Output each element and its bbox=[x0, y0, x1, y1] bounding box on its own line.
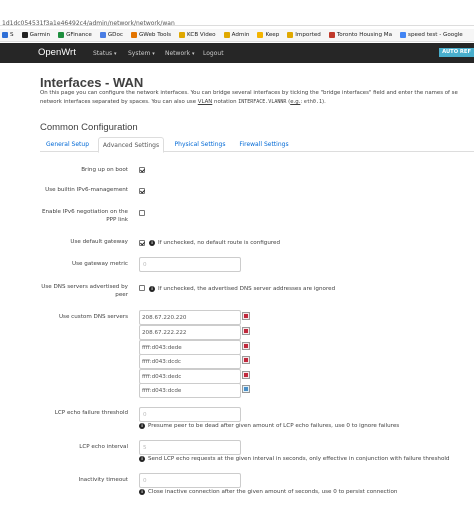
bookmark-toronto-housing[interactable]: Toronto Housing Ma bbox=[328, 32, 392, 38]
description-line-1: On this page you can configure the netwo… bbox=[40, 90, 458, 96]
autorefresh-badge[interactable]: AUTO REF bbox=[439, 48, 474, 57]
bookmark-garmin[interactable]: Garmin bbox=[21, 32, 50, 38]
description-line-2: network interfaces separated by spaces. … bbox=[40, 99, 326, 105]
bookmark-gweb-tools[interactable]: GWeb Tools bbox=[130, 32, 171, 38]
tab-general-setup[interactable]: General Setup bbox=[40, 137, 95, 152]
inactivity-timeout-label: Inactivity timeout bbox=[78, 477, 128, 483]
bring-up-checkbox[interactable] bbox=[139, 167, 145, 173]
bookmark-imported[interactable]: Imported bbox=[287, 32, 321, 38]
section-title: Common Configuration bbox=[40, 122, 138, 133]
config-tabs: General Setup Advanced Settings Physical… bbox=[40, 137, 474, 153]
peer-dns-help: i If unchecked, the advertised DNS server… bbox=[149, 286, 335, 292]
info-icon: i bbox=[149, 286, 155, 292]
vlan-abbr: VLAN bbox=[197, 99, 213, 105]
caret-down-icon: ▾ bbox=[191, 51, 195, 57]
bookmark-keep[interactable]: Keep bbox=[257, 32, 279, 38]
gateway-metric-input[interactable]: 0 bbox=[139, 257, 241, 272]
ipv6-management-label: Use builtin IPv6-management bbox=[45, 187, 128, 193]
openwrt-navbar: OpenWrt Status ▾ System ▾ Network ▾ Logo… bbox=[0, 43, 474, 63]
nav-system[interactable]: System ▾ bbox=[128, 50, 155, 57]
nav-network[interactable]: Network ▾ bbox=[165, 50, 195, 57]
folder-icon bbox=[287, 32, 294, 38]
info-icon: i bbox=[149, 240, 155, 246]
dns-server-input[interactable]: ffff:d043:dcdc bbox=[139, 354, 241, 369]
bookmark-icon bbox=[99, 32, 106, 38]
nav-logout[interactable]: Logout bbox=[203, 50, 224, 57]
info-icon: i bbox=[139, 489, 145, 495]
folder-icon bbox=[130, 32, 137, 38]
lcp-threshold-input[interactable]: 0 bbox=[139, 407, 241, 422]
default-gateway-checkbox[interactable] bbox=[139, 240, 145, 246]
inactivity-timeout-input[interactable]: 0 bbox=[139, 473, 241, 488]
dns-server-input[interactable]: ffff:d043:dede bbox=[139, 340, 241, 355]
bookmark-icon bbox=[2, 32, 8, 38]
folder-icon bbox=[223, 32, 230, 38]
info-icon: i bbox=[139, 423, 145, 429]
caret-down-icon: ▾ bbox=[114, 51, 117, 57]
nav-status[interactable]: Status ▾ bbox=[93, 50, 117, 57]
page-description: On this page you can configure the netwo… bbox=[40, 89, 474, 107]
lcp-interval-input[interactable]: 5 bbox=[139, 440, 241, 455]
bookmark-gdoc[interactable]: GDoc bbox=[99, 32, 123, 38]
remove-dns-icon[interactable] bbox=[242, 356, 250, 364]
ipv6-ppp-label: Enable IPv6 negotiation on the PPP link bbox=[41, 209, 128, 223]
dns-server-input[interactable]: 208.67.220.220 bbox=[139, 310, 241, 325]
brand-logo[interactable]: OpenWrt bbox=[38, 47, 76, 58]
bookmark-admin[interactable]: Admin bbox=[223, 32, 249, 38]
remove-dns-icon[interactable] bbox=[242, 371, 250, 379]
caret-down-icon: ▾ bbox=[152, 51, 155, 57]
tab-physical-settings[interactable]: Physical Settings bbox=[170, 137, 230, 152]
default-gateway-help: i If unchecked, no default route is confi… bbox=[149, 240, 280, 246]
dns-server-input[interactable]: ffff:d043:dedc bbox=[139, 369, 241, 384]
gateway-metric-label: Use gateway metric bbox=[72, 261, 128, 267]
ipv6-ppp-checkbox[interactable] bbox=[139, 210, 145, 216]
browser-url-bar[interactable]: 1d1dc054531f3a1e46492c4/admin/network/ne… bbox=[0, 0, 474, 27]
bookmark-gfinance[interactable]: GFinance bbox=[58, 32, 92, 38]
lcp-threshold-label: LCP echo failure threshold bbox=[54, 410, 128, 416]
bookmark-s[interactable]: S bbox=[2, 32, 14, 38]
lcp-interval-label: LCP echo interval bbox=[79, 444, 128, 450]
custom-dns-label: Use custom DNS servers bbox=[58, 314, 128, 320]
peer-dns-label: Use DNS servers advertised by peer bbox=[41, 284, 128, 298]
lcp-threshold-help: i Presume peer to be dead after given amo… bbox=[139, 423, 399, 429]
info-icon: i bbox=[139, 456, 145, 462]
bookmark-kcb-video[interactable]: KCB Video bbox=[179, 32, 216, 38]
peer-dns-checkbox[interactable] bbox=[139, 285, 145, 291]
bookmark-icon bbox=[328, 32, 335, 38]
ipv6-management-checkbox[interactable] bbox=[139, 188, 145, 194]
page-title: Interfaces - WAN bbox=[40, 75, 144, 90]
tab-advanced-settings[interactable]: Advanced Settings bbox=[98, 137, 164, 153]
dns-server-input[interactable]: ffff:d043:dcde bbox=[139, 383, 241, 398]
default-gateway-label: Use default gateway bbox=[70, 239, 128, 245]
folder-icon bbox=[179, 32, 186, 38]
remove-dns-icon[interactable] bbox=[242, 327, 250, 335]
tab-firewall-settings[interactable]: Firewall Settings bbox=[236, 137, 292, 152]
bookmark-icon bbox=[257, 32, 264, 38]
google-icon bbox=[400, 32, 407, 38]
bring-up-label: Bring up on boot bbox=[81, 167, 128, 173]
url-text[interactable]: 1d1dc054531f3a1e46492c4/admin/network/ne… bbox=[2, 20, 175, 27]
remove-dns-icon[interactable] bbox=[242, 342, 250, 350]
bookmarks-bar: S Garmin GFinance GDoc GWeb Tools KCB Vi… bbox=[0, 29, 474, 42]
bookmark-speed-test[interactable]: speed test - Google bbox=[400, 32, 463, 38]
bookmark-icon bbox=[58, 32, 65, 38]
bookmark-icon bbox=[21, 32, 28, 38]
add-dns-icon[interactable] bbox=[242, 385, 250, 393]
remove-dns-icon[interactable] bbox=[242, 312, 250, 320]
dns-server-input[interactable]: 208.67.222.222 bbox=[139, 325, 241, 340]
inactivity-timeout-help: i Close inactive connection after the giv… bbox=[139, 489, 397, 495]
lcp-interval-help: i Send LCP echo requests at the given int… bbox=[139, 456, 449, 462]
